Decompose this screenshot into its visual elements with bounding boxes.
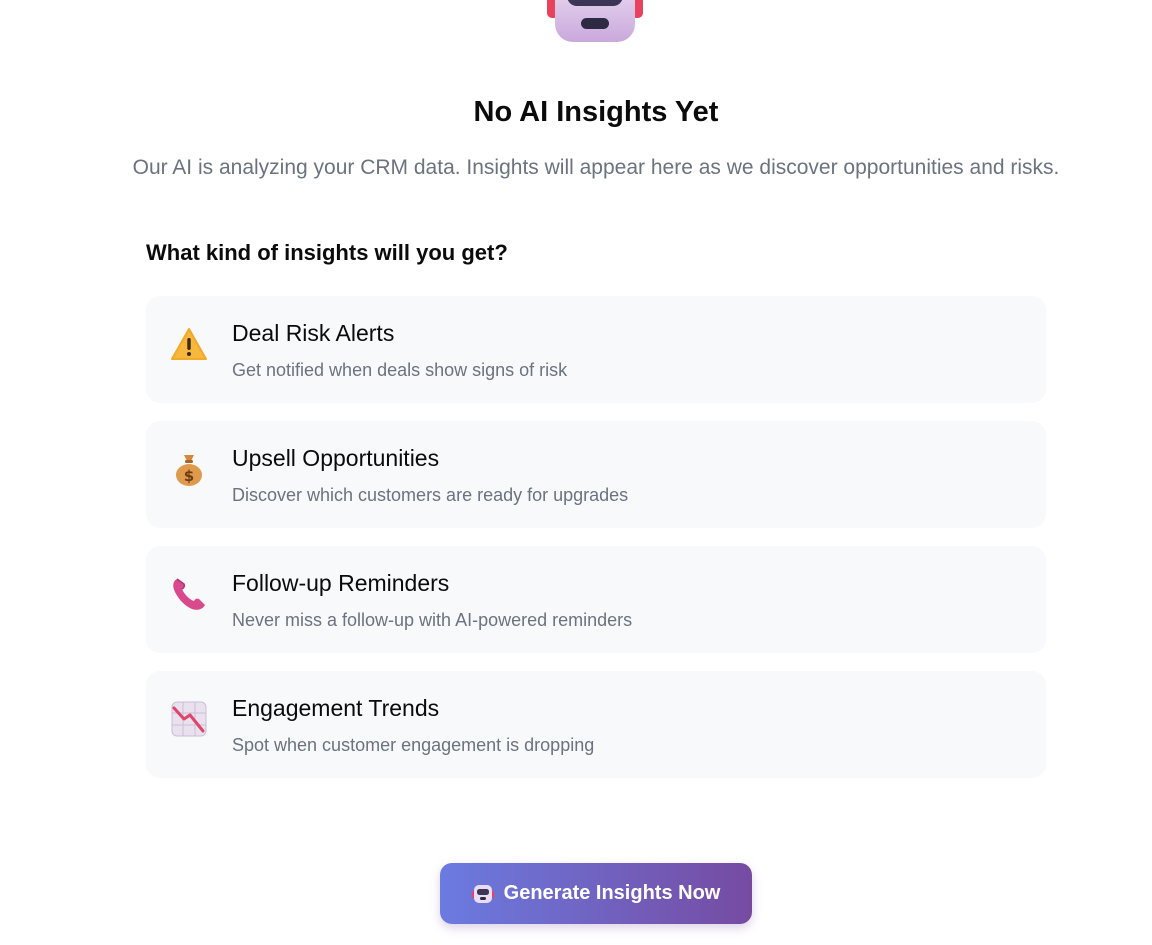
insight-card-follow-up: Follow-up Reminders Never miss a follow-…: [146, 546, 1046, 653]
section-heading: What kind of insights will you get?: [146, 240, 508, 265]
insight-card-upsell: $ Upsell Opportunities Discover which cu…: [146, 421, 1046, 528]
page-title: No AI Insights Yet: [473, 96, 719, 128]
insight-card-description: Never miss a follow-up with AI-powered r…: [232, 610, 633, 630]
page-subtitle: Our AI is analyzing your CRM data. Insig…: [132, 156, 1060, 179]
warning-icon: [170, 325, 208, 363]
insight-card-title: Engagement Trends: [232, 695, 440, 721]
insight-card-title: Deal Risk Alerts: [232, 320, 395, 346]
chart-decreasing-icon: [170, 700, 208, 738]
robot-icon: [547, 0, 643, 44]
insight-types-list: Deal Risk Alerts Get notified when deals…: [146, 296, 1046, 796]
insight-card-deal-risk: Deal Risk Alerts Get notified when deals…: [146, 296, 1046, 403]
telephone-icon: [170, 575, 208, 613]
insight-card-engagement: Engagement Trends Spot when customer eng…: [146, 671, 1046, 778]
insight-card-description: Discover which customers are ready for u…: [232, 485, 629, 505]
robot-icon: [471, 883, 494, 905]
generate-insights-label: Generate Insights Now: [503, 882, 721, 904]
generate-insights-button[interactable]: Generate Insights Now: [440, 863, 752, 924]
money-bag-icon: $: [170, 450, 208, 488]
svg-text:$: $: [184, 467, 194, 485]
insight-card-title: Follow-up Reminders: [232, 570, 450, 596]
insight-card-description: Get notified when deals show signs of ri…: [232, 360, 568, 380]
insight-card-title: Upsell Opportunities: [232, 445, 440, 471]
insight-card-description: Spot when customer engagement is droppin…: [232, 735, 595, 755]
